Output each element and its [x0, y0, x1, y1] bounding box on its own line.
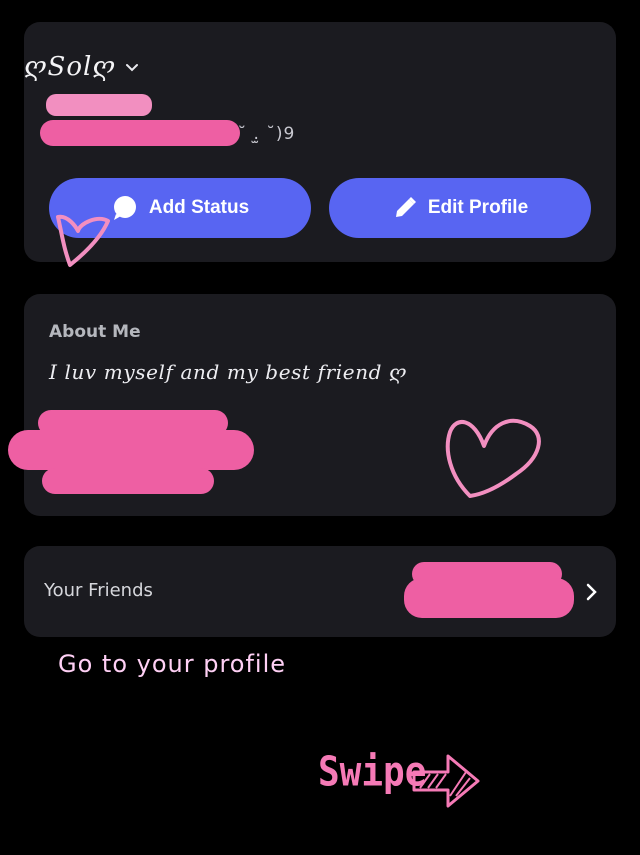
your-friends-label: Your Friends: [44, 580, 153, 601]
chat-bubble-icon: [113, 196, 136, 220]
edit-profile-label: Edit Profile: [427, 197, 529, 218]
add-status-label: Add Status: [148, 197, 250, 218]
instruction-caption: Go to your profile: [58, 650, 287, 678]
username-switcher[interactable]: ღSolღ: [24, 52, 140, 82]
your-friends-row[interactable]: Your Friends: [24, 546, 616, 637]
chevron-down-icon: [125, 64, 138, 72]
about-me-heading: About Me: [49, 322, 141, 342]
edit-profile-button[interactable]: Edit Profile: [329, 178, 591, 238]
custom-status-text: (˘ .̫ ˘)9: [230, 124, 296, 144]
username-label: ღSolღ: [24, 52, 116, 82]
profile-screen: ღSolღ (˘ .̫ ˘)9 Add Status Edit Profile …: [0, 0, 640, 855]
about-me-partial-text: e: [236, 426, 246, 445]
add-status-button[interactable]: Add Status: [49, 178, 311, 238]
about-me-bio: I luv myself and my best friend ღ: [49, 360, 407, 384]
pencil-icon: [395, 197, 416, 217]
about-me-card: About Me I luv myself and my best friend…: [24, 294, 616, 516]
arrow-right-icon: [412, 754, 480, 808]
friend-avatar-dot: [566, 590, 572, 596]
chevron-right-icon: [586, 583, 597, 601]
